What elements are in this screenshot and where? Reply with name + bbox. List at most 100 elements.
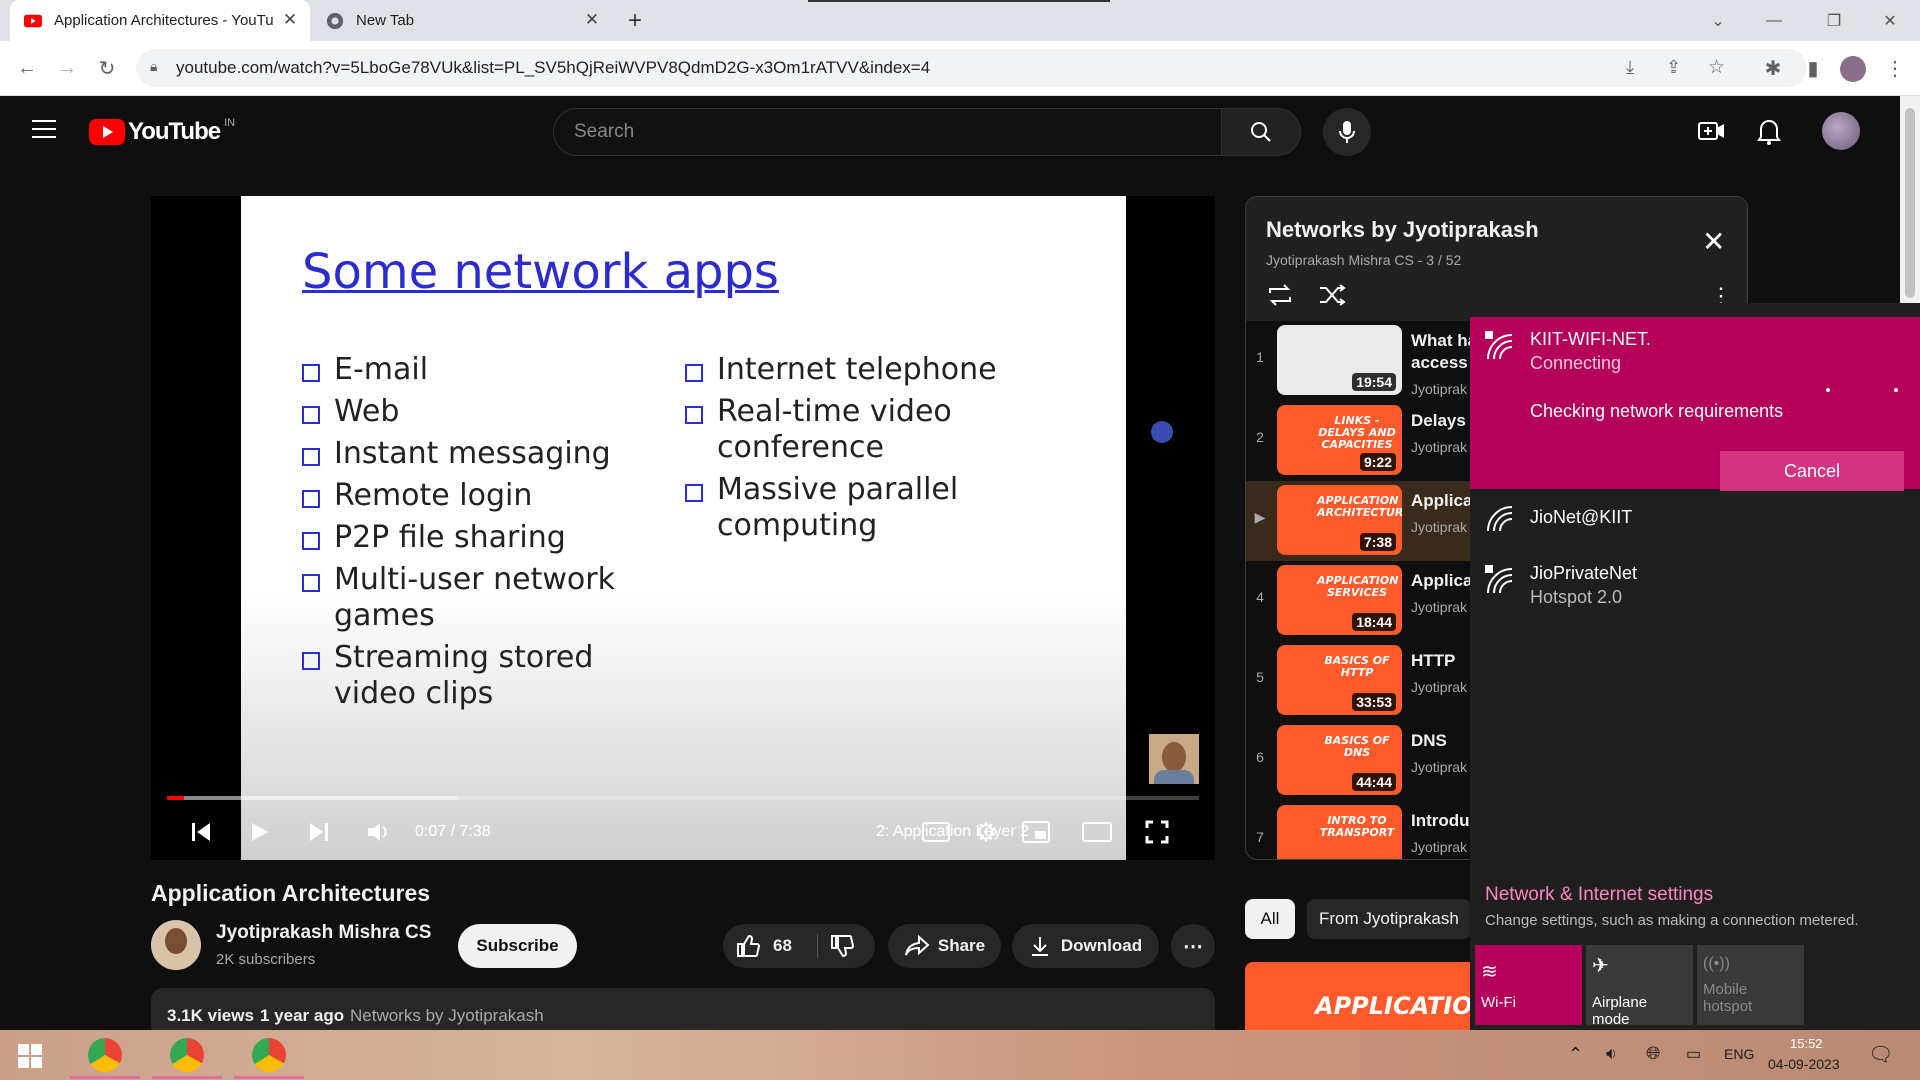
windows-start-icon[interactable] (18, 1044, 42, 1068)
extensions-icon[interactable]: ✱ (1758, 53, 1788, 83)
forward-icon[interactable]: → (52, 53, 82, 83)
close-playlist-icon[interactable]: ✕ (1702, 225, 1725, 258)
clock-date[interactable]: 04-09-2023 (1768, 1056, 1840, 1072)
notifications-bell-icon[interactable] (1756, 116, 1782, 146)
network-globe-icon[interactable]: 🌐︎ (1646, 1043, 1660, 1064)
notification-center-icon[interactable]: 🗨︎ (1868, 1042, 1893, 1067)
back-icon[interactable]: ← (12, 53, 42, 83)
slide-bullet: Web (301, 394, 400, 429)
subtitles-icon[interactable] (921, 812, 951, 852)
install-icon[interactable]: ⤓ (1626, 57, 1634, 78)
video-progress-bar[interactable] (167, 796, 1199, 800)
reload-icon[interactable]: ↻ (92, 53, 122, 83)
fullscreen-icon[interactable] (1141, 812, 1173, 852)
playlist-title[interactable]: Networks by Jyotiprakash (1266, 217, 1539, 243)
share-button[interactable]: Share (888, 924, 1001, 968)
voice-search-button[interactable] (1323, 108, 1371, 156)
like-button[interactable]: 68 (735, 934, 792, 958)
create-video-icon[interactable] (1697, 118, 1727, 144)
tab-title: New Tab (356, 12, 415, 29)
minimize-button[interactable]: — (1750, 0, 1798, 41)
side-panel-icon[interactable]: ▮ (1798, 53, 1828, 83)
profile-avatar[interactable] (1840, 56, 1866, 82)
hamburger-menu-icon[interactable] (32, 120, 56, 138)
previous-icon[interactable] (181, 812, 221, 852)
playlist-index: 4 (1256, 589, 1264, 605)
chrome-taskbar-icon[interactable] (88, 1038, 122, 1072)
cancel-button[interactable]: Cancel (1720, 451, 1904, 491)
playlist-thumbnail: APPLICATION SERVICES 18:44 (1277, 565, 1402, 635)
network-item[interactable]: JioNet@KIIT (1470, 489, 1920, 551)
network-item-connecting[interactable]: KIIT-WIFI-NET. Connecting Checking netwo… (1470, 317, 1920, 491)
clock-time[interactable]: 15:52 (1790, 1036, 1823, 1051)
chip-all[interactable]: All (1245, 899, 1295, 939)
volume-tray-icon[interactable]: 🔉︎ (1606, 1044, 1617, 1064)
dislike-button[interactable] (829, 934, 855, 963)
video-player[interactable]: Some network apps E-mail Web Instant mes… (151, 196, 1215, 860)
country-code: IN (224, 117, 236, 129)
play-icon[interactable] (239, 812, 279, 852)
subscriber-count: 2K subscribers (216, 951, 316, 968)
bookmark-star-icon[interactable]: ☆ (1708, 56, 1725, 79)
chrome-profile-taskbar-icon[interactable] (252, 1038, 286, 1072)
playlist-item-channel: Jyotiprak (1411, 439, 1468, 455)
browser-tab-strip: Application Architectures - YouTu ✕ New … (0, 0, 1920, 41)
tab-youtube[interactable]: Application Architectures - YouTu ✕ (10, 0, 310, 41)
browser-toolbar: ← → ↻ 🔒︎ youtube.com/watch?v=5LboGe78VUk… (0, 41, 1920, 96)
chrome-menu-icon[interactable]: ⋮ (1880, 53, 1910, 83)
restore-button[interactable]: ❐ (1810, 0, 1858, 41)
next-icon[interactable] (299, 812, 339, 852)
slide-bullet: Internet telephone (685, 352, 997, 387)
close-tab-icon[interactable]: ✕ (582, 10, 602, 30)
playlist-item-channel: Jyotiprak (1411, 679, 1468, 695)
settings-gear-icon[interactable]: ⚙ (971, 812, 1001, 852)
playlist-link[interactable]: Networks by Jyotiprakash (350, 1006, 544, 1026)
share-icon[interactable]: ⇪ (1666, 57, 1681, 78)
wifi-secured-icon (1485, 331, 1513, 360)
more-actions-icon[interactable]: ⋯ (1171, 924, 1215, 968)
playlist-item-channel: Jyotiprak (1411, 519, 1468, 535)
close-tab-icon[interactable]: ✕ (280, 10, 300, 30)
account-avatar[interactable] (1822, 112, 1860, 150)
playlist-item-title: What ha (1411, 331, 1478, 350)
chapter-title[interactable]: 2: Application Layer 2 (876, 812, 1029, 852)
playlist-item-channel: Jyotiprak (1411, 381, 1468, 397)
channel-name[interactable]: Jyotiprakash Mishra CS (216, 922, 431, 944)
wifi-toggle-tile[interactable]: ≋ Wi-Fi (1475, 945, 1582, 1025)
youtube-logo[interactable]: YouTube IN (89, 117, 236, 146)
network-settings-link[interactable]: Network & Internet settings (1485, 884, 1713, 906)
tray-overflow-icon[interactable]: ⌃ (1568, 1044, 1583, 1065)
thumbs-up-icon (737, 934, 761, 957)
subscribe-button[interactable]: Subscribe (458, 924, 577, 968)
shuffle-icon[interactable] (1318, 283, 1346, 312)
channel-avatar[interactable] (151, 920, 201, 970)
volume-icon[interactable] (359, 812, 399, 852)
theater-mode-icon[interactable] (1081, 812, 1113, 852)
playlist-index: 6 (1256, 749, 1264, 765)
miniplayer-icon[interactable] (1021, 812, 1051, 852)
tile-label: Wi-Fi (1481, 994, 1516, 1011)
network-status: Connecting (1530, 353, 1622, 373)
new-tab-button[interactable]: + (622, 8, 648, 34)
download-button[interactable]: Download (1012, 924, 1159, 968)
airplane-mode-tile[interactable]: ✈ Airplane mode (1586, 945, 1693, 1028)
slide-bullet: P2P file sharing (302, 520, 566, 555)
network-item[interactable]: JioPrivateNet Hotspot 2.0 (1470, 553, 1920, 619)
close-window-button[interactable]: ✕ (1866, 0, 1914, 41)
address-bar[interactable]: 🔒︎ youtube.com/watch?v=5LboGe78VUk&list=… (136, 49, 1807, 87)
thumbnail-text: APPLICATION ARCHITECTURES (1317, 494, 1402, 519)
playlist-thumbnail: INTRO TO TRANSPORT (1277, 805, 1402, 859)
search-button[interactable] (1222, 108, 1301, 156)
search-input[interactable]: Search (553, 108, 1222, 156)
tile-label: Mobile hotspot (1703, 981, 1753, 1015)
recommended-thumbnail[interactable]: APPLICATION (1245, 962, 1470, 1030)
chrome-taskbar-icon[interactable] (170, 1038, 204, 1072)
loop-icon[interactable] (1266, 283, 1294, 312)
tab-search-icon[interactable]: ⌄ (1694, 0, 1742, 41)
language-indicator[interactable]: ENG (1724, 1046, 1754, 1062)
tab-new-tab[interactable]: New Tab ✕ (312, 0, 612, 41)
chip-from-channel[interactable]: From Jyotiprakash (1307, 899, 1471, 939)
slide-bullet: Remote login (301, 478, 533, 513)
battery-icon[interactable]: ▭ (1686, 1044, 1701, 1064)
mobile-hotspot-tile[interactable]: ((•)) Mobile hotspot (1697, 945, 1804, 1025)
